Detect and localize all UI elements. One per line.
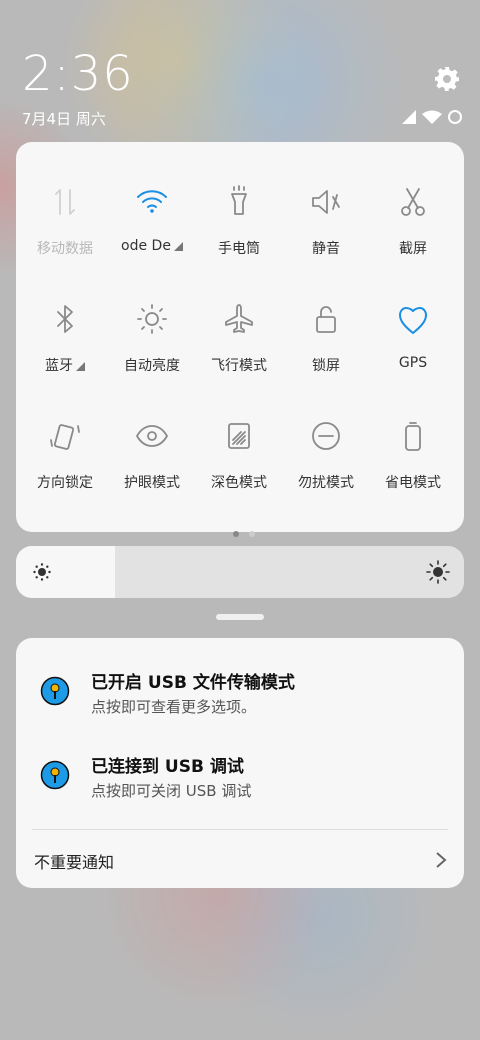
- eye-icon: [136, 425, 168, 447]
- tile-dark-mode[interactable]: 深色模式: [195, 418, 283, 508]
- status-indicators: [402, 110, 462, 124]
- tile-label-text: 锁屏: [312, 358, 340, 374]
- tile-auto-brightness[interactable]: 自动亮度: [108, 301, 196, 391]
- drag-handle[interactable]: [216, 614, 264, 620]
- settings-gear-icon[interactable]: [434, 66, 460, 92]
- status-date: 7月4日 周六: [22, 110, 106, 128]
- dark-mode-icon: [228, 423, 250, 449]
- divider: [32, 829, 448, 830]
- tile-label-text: 方向锁定: [37, 475, 93, 491]
- expand-caret-icon: [173, 241, 183, 251]
- brightness-slider-fill: [16, 546, 115, 598]
- tile-label-text: 蓝牙: [45, 358, 73, 374]
- page-dot-2: [249, 531, 255, 537]
- wifi-status-icon: [422, 110, 442, 124]
- bluetooth-icon: [57, 305, 73, 333]
- tile-label: 护眼模式: [108, 472, 196, 492]
- notification-subtitle: 点按即可查看更多选项。: [91, 698, 257, 716]
- tile-label-text: 截屏: [399, 241, 427, 257]
- notification-title: 已开启 USB 文件传输模式: [91, 673, 295, 693]
- tile-flashlight[interactable]: 手电筒: [195, 184, 283, 274]
- tile-gps[interactable]: GPS: [369, 301, 457, 391]
- tile-label: 飞行模式: [195, 355, 283, 375]
- tile-label: 勿扰模式: [282, 472, 370, 492]
- quick-settings-panel: 移动数据 ode De 手电筒 静音 截屏蓝牙 自动亮度 飞行模式 锁屏 GPS 方向锁定 护眼模式…: [16, 142, 464, 537]
- cell-signal-icon: [402, 110, 416, 124]
- brightness-slider[interactable]: [16, 546, 464, 598]
- tile-label: 手电筒: [195, 238, 283, 258]
- tile-bluetooth[interactable]: 蓝牙: [21, 301, 109, 391]
- tile-dnd[interactable]: 勿扰模式: [282, 418, 370, 508]
- tile-label: 省电模式: [369, 472, 457, 492]
- rotation-lock-icon: [50, 424, 80, 450]
- tile-label: 深色模式: [195, 472, 283, 492]
- tile-airplane[interactable]: 飞行模式: [195, 301, 283, 391]
- notification-usb-debug[interactable]: 已连接到 USB 调试 点按即可关闭 USB 调试: [16, 722, 464, 800]
- tile-label: 锁屏: [282, 355, 370, 375]
- tile-label: GPS: [369, 355, 457, 371]
- tile-label-text: 勿扰模式: [298, 475, 354, 491]
- usb-notification-icon: [40, 760, 70, 790]
- notification-title: 已连接到 USB 调试: [91, 757, 244, 777]
- tile-label: 截屏: [369, 238, 457, 258]
- tile-label-text: GPS: [398, 355, 428, 371]
- tile-label: 静音: [282, 238, 370, 258]
- auto-brightness-icon: [137, 304, 167, 334]
- notification-panel: 已开启 USB 文件传输模式 点按即可查看更多选项。 已连接到 USB 调试 点…: [16, 638, 464, 888]
- tile-wifi[interactable]: ode De: [108, 184, 196, 274]
- tile-label: 方向锁定: [21, 472, 109, 492]
- status-clock: 2:36: [22, 46, 134, 102]
- wifi-icon: [137, 190, 167, 213]
- page-dot-1: [233, 531, 239, 537]
- lock-icon: [316, 306, 336, 333]
- tile-label-text: 护眼模式: [124, 475, 180, 491]
- tile-label: ode De: [108, 238, 196, 254]
- tile-label-text: 飞行模式: [211, 358, 267, 374]
- dnd-icon: [312, 422, 340, 450]
- tile-scissors[interactable]: 截屏: [369, 184, 457, 274]
- notification-subtitle: 点按即可关闭 USB 调试: [91, 782, 252, 800]
- scissors-icon: [401, 188, 425, 216]
- chevron-right-icon[interactable]: [434, 850, 448, 870]
- brightness-low-icon: [33, 563, 51, 581]
- brightness-high-icon: [426, 560, 450, 584]
- battery-saver-icon: [405, 422, 421, 451]
- ring-status-icon: [448, 110, 462, 124]
- mobile-data-icon: [55, 189, 75, 215]
- unimportant-notifications-link[interactable]: 不重要通知: [34, 849, 114, 873]
- tile-eye[interactable]: 护眼模式: [108, 418, 196, 508]
- page-indicator: [228, 522, 260, 541]
- tile-battery-saver[interactable]: 省电模式: [369, 418, 457, 508]
- tile-label: 蓝牙: [21, 355, 109, 375]
- mute-icon: [312, 190, 340, 214]
- tile-label-text: 静音: [312, 241, 340, 257]
- tile-label-text: 移动数据: [37, 241, 93, 257]
- airplane-icon: [225, 304, 253, 333]
- flashlight-icon: [231, 185, 247, 215]
- tile-mute[interactable]: 静音: [282, 184, 370, 274]
- tile-label-text: ode De: [121, 238, 171, 254]
- usb-notification-icon: [40, 676, 70, 706]
- tile-label-text: 手电筒: [218, 241, 260, 257]
- tile-label-text: 省电模式: [385, 475, 441, 491]
- expand-caret-icon: [76, 361, 85, 371]
- tile-label-text: 深色模式: [211, 475, 267, 491]
- tile-label: 移动数据: [21, 238, 109, 258]
- tile-rotation-lock[interactable]: 方向锁定: [21, 418, 109, 508]
- tile-label: 自动亮度: [108, 355, 196, 375]
- tile-mobile-data[interactable]: 移动数据: [21, 184, 109, 274]
- tile-label-text: 自动亮度: [124, 358, 180, 374]
- tile-lock[interactable]: 锁屏: [282, 301, 370, 391]
- gps-icon: [399, 307, 427, 334]
- notification-usb-transfer[interactable]: 已开启 USB 文件传输模式 点按即可查看更多选项。: [16, 638, 464, 716]
